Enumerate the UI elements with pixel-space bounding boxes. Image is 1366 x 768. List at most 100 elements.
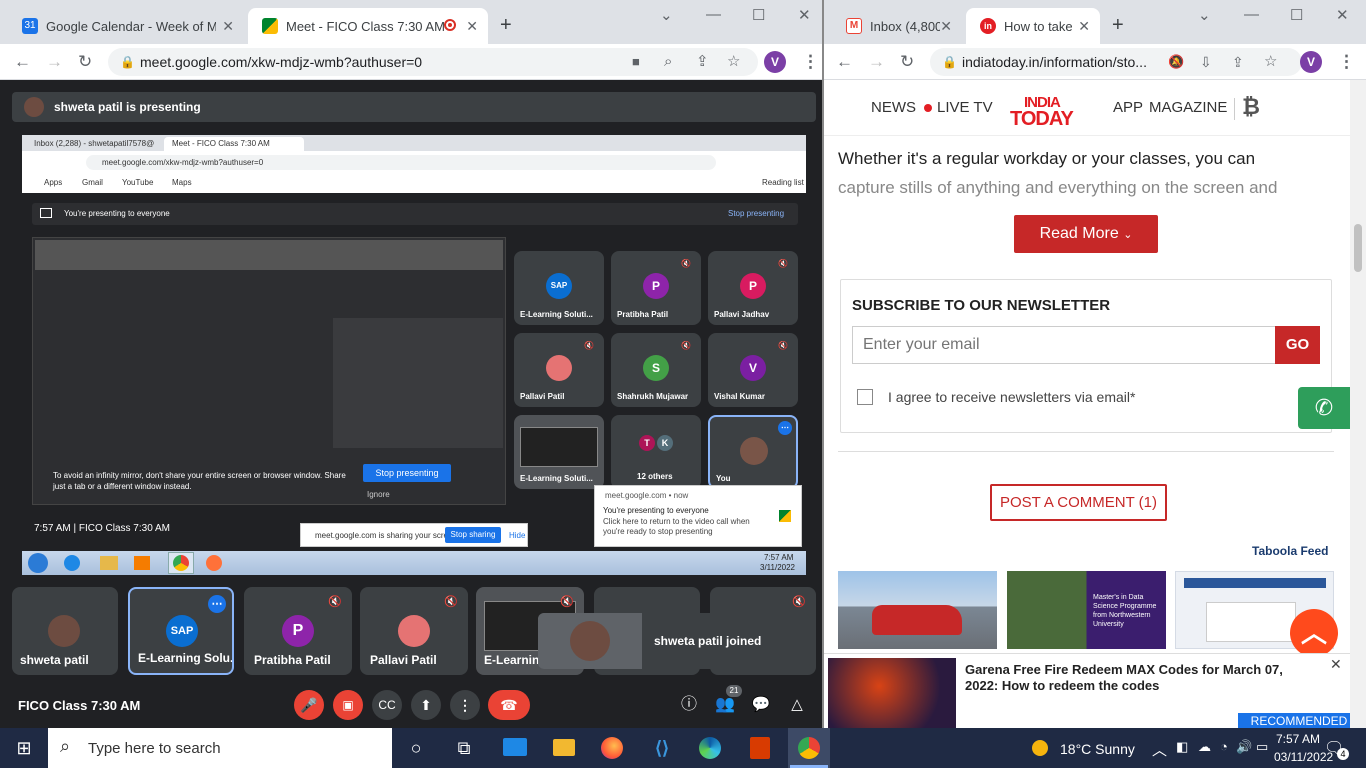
weather-text[interactable]: 18°C Sunny bbox=[1060, 741, 1135, 757]
bookmark-star-icon[interactable]: ☆ bbox=[727, 52, 740, 72]
url-field[interactable]: 🔒 indiatoday.in/information/sto... bbox=[930, 48, 1302, 76]
new-tab-icon[interactable]: + bbox=[500, 14, 512, 37]
firefox-icon[interactable] bbox=[601, 737, 623, 759]
ad-thumbnail-university[interactable]: Master's in Data Science Programme from … bbox=[1007, 571, 1166, 649]
tab-meet[interactable]: Meet - FICO Class 7:30 AM ✕ bbox=[248, 8, 488, 44]
leave-call-button[interactable]: ☎ bbox=[488, 690, 530, 720]
whatsapp-icon[interactable]: ✆ bbox=[1298, 387, 1350, 429]
minimize-icon[interactable]: — bbox=[1244, 6, 1259, 23]
close-icon[interactable]: ✕ bbox=[222, 18, 234, 35]
recommended-card[interactable]: Garena Free Fire Redeem MAX Codes for Ma… bbox=[824, 653, 1360, 728]
present-button[interactable]: ⬆ bbox=[411, 690, 441, 720]
tab-gmail[interactable]: M Inbox (4,800) ✕ bbox=[832, 8, 962, 44]
camera-icon[interactable]: ■ bbox=[632, 52, 640, 72]
back-icon[interactable]: ← bbox=[14, 52, 31, 72]
vscode-icon[interactable]: ⟨⟩ bbox=[650, 736, 674, 760]
taboola-feed-label[interactable]: Taboola Feed bbox=[1252, 544, 1328, 558]
chevron-up-icon[interactable]: ︿ bbox=[1152, 739, 1167, 760]
meet-tray-icon[interactable]: ◧ bbox=[1176, 739, 1188, 755]
back-icon[interactable]: ← bbox=[836, 52, 853, 72]
volume-icon[interactable]: 🔊 bbox=[1236, 739, 1252, 755]
crypto-logo-icon[interactable]: ₿ bbox=[1242, 94, 1260, 120]
maximize-icon[interactable]: ☐ bbox=[1290, 6, 1303, 24]
agree-checkbox[interactable] bbox=[857, 389, 873, 405]
close-window-icon[interactable]: ✕ bbox=[798, 6, 811, 24]
edge-icon[interactable] bbox=[699, 737, 721, 759]
scroll-to-top-button[interactable]: ︿ bbox=[1290, 609, 1338, 657]
nav-live-tv[interactable]: LIVE TV bbox=[937, 99, 993, 116]
clock-time[interactable]: 7:57 AM bbox=[1276, 732, 1320, 746]
tab-calendar[interactable]: 31 Google Calendar - Week of Marc ✕ bbox=[8, 8, 244, 44]
windows-start-icon[interactable]: ⊞ bbox=[12, 736, 36, 760]
close-icon[interactable]: ✕ bbox=[1330, 656, 1342, 673]
mic-off-button[interactable]: 🎤 bbox=[294, 690, 324, 720]
notifications-blocked-icon[interactable]: 🔕 bbox=[1168, 52, 1184, 72]
tab-search-icon[interactable]: ⌄ bbox=[660, 6, 673, 24]
mini-stop-sharing: Stop sharing bbox=[445, 527, 501, 543]
scrollbar[interactable] bbox=[1350, 80, 1366, 728]
install-icon[interactable]: ⇩ bbox=[1200, 52, 1212, 72]
share-icon[interactable]: ⇪ bbox=[696, 52, 709, 72]
minimize-icon[interactable]: — bbox=[706, 6, 721, 23]
taskbar-search[interactable]: ⌕ Type here to search bbox=[48, 728, 392, 768]
zoom-icon[interactable]: ⌕ bbox=[664, 52, 672, 72]
mini-hide: Hide bbox=[509, 531, 526, 540]
participant-tile[interactable]: P 🔇 Pratibha Patil bbox=[244, 587, 352, 675]
chat-icon[interactable]: 💬 bbox=[746, 690, 776, 720]
bookmark-youtube: YouTube bbox=[122, 178, 154, 187]
close-icon[interactable]: ✕ bbox=[1078, 18, 1090, 35]
maximize-icon[interactable]: ☐ bbox=[752, 6, 765, 24]
reload-icon[interactable]: ↻ bbox=[900, 52, 914, 72]
mini-tab: Meet - FICO Class 7:30 AM bbox=[172, 139, 270, 148]
more-options-icon[interactable]: ⋯ bbox=[208, 595, 226, 613]
post-comment-button[interactable]: POST A COMMENT (1) bbox=[990, 484, 1167, 521]
participant-tile[interactable]: shweta patil bbox=[12, 587, 118, 675]
nav-news[interactable]: NEWS bbox=[871, 99, 916, 116]
go-button[interactable]: GO bbox=[1275, 326, 1320, 364]
profile-avatar[interactable]: V bbox=[764, 51, 786, 73]
tab-indiatoday[interactable]: in How to take ✕ bbox=[966, 8, 1100, 44]
read-more-button[interactable]: Read More ⌄ bbox=[1014, 215, 1158, 253]
meeting-details-icon[interactable]: ⓘ bbox=[674, 690, 704, 720]
muted-mic-icon: 🔇 bbox=[444, 596, 458, 608]
lock-icon: 🔒 bbox=[120, 55, 135, 69]
chrome-icon bbox=[798, 737, 820, 759]
battery-icon[interactable]: ▭ bbox=[1256, 739, 1268, 755]
share-icon[interactable]: ⇪ bbox=[1232, 52, 1244, 72]
bookmark-star-icon[interactable]: ☆ bbox=[1264, 52, 1277, 72]
url-field[interactable]: 🔒 meet.google.com/xkw-mdjz-wmb?authuser=… bbox=[108, 48, 758, 76]
wifi-icon[interactable]: ◔ bbox=[1220, 739, 1228, 754]
new-tab-icon[interactable]: + bbox=[1112, 14, 1124, 37]
cortana-icon[interactable]: ○ bbox=[404, 736, 428, 760]
captions-button[interactable]: CC bbox=[372, 690, 402, 720]
cloud-icon[interactable]: ☁ bbox=[1198, 739, 1211, 755]
reload-icon[interactable]: ↻ bbox=[78, 52, 92, 72]
tab-search-icon[interactable]: ⌄ bbox=[1198, 6, 1211, 24]
forward-icon[interactable]: → bbox=[868, 52, 885, 72]
profile-avatar[interactable]: V bbox=[1300, 51, 1322, 73]
menu-icon[interactable]: ⋮ bbox=[1338, 52, 1355, 72]
email-field[interactable] bbox=[852, 326, 1276, 364]
menu-icon[interactable]: ⋮ bbox=[802, 52, 819, 72]
activities-icon[interactable]: △ bbox=[782, 690, 812, 720]
nav-magazine[interactable]: MAGAZINE bbox=[1149, 99, 1227, 116]
camera-off-button[interactable]: ▣ bbox=[333, 690, 363, 720]
close-icon[interactable]: ✕ bbox=[466, 18, 478, 35]
file-explorer-icon[interactable] bbox=[553, 739, 575, 756]
close-window-icon[interactable]: ✕ bbox=[1336, 6, 1349, 24]
scrollbar-thumb[interactable] bbox=[1354, 224, 1362, 272]
search-placeholder: Type here to search bbox=[88, 740, 221, 757]
tile-name: E-Learning Solu... bbox=[138, 651, 234, 665]
muted-mic-icon: 🔇 bbox=[792, 596, 806, 608]
nav-app[interactable]: APP bbox=[1113, 99, 1143, 116]
indiatoday-logo[interactable]: INDIA TODAY bbox=[1010, 94, 1090, 130]
more-options-button[interactable]: ⋮ bbox=[450, 690, 480, 720]
task-view-icon[interactable]: ⧉ bbox=[452, 736, 476, 760]
participant-tile-active[interactable]: SAP ⋯ E-Learning Solu... bbox=[128, 587, 234, 675]
participant-tile[interactable]: 🔇 Pallavi Patil bbox=[360, 587, 468, 675]
ad-thumbnail-car[interactable] bbox=[838, 571, 997, 649]
mail-icon[interactable] bbox=[503, 738, 527, 756]
office-icon[interactable] bbox=[750, 737, 770, 759]
forward-icon[interactable]: → bbox=[46, 52, 63, 72]
close-icon[interactable]: ✕ bbox=[940, 18, 952, 35]
